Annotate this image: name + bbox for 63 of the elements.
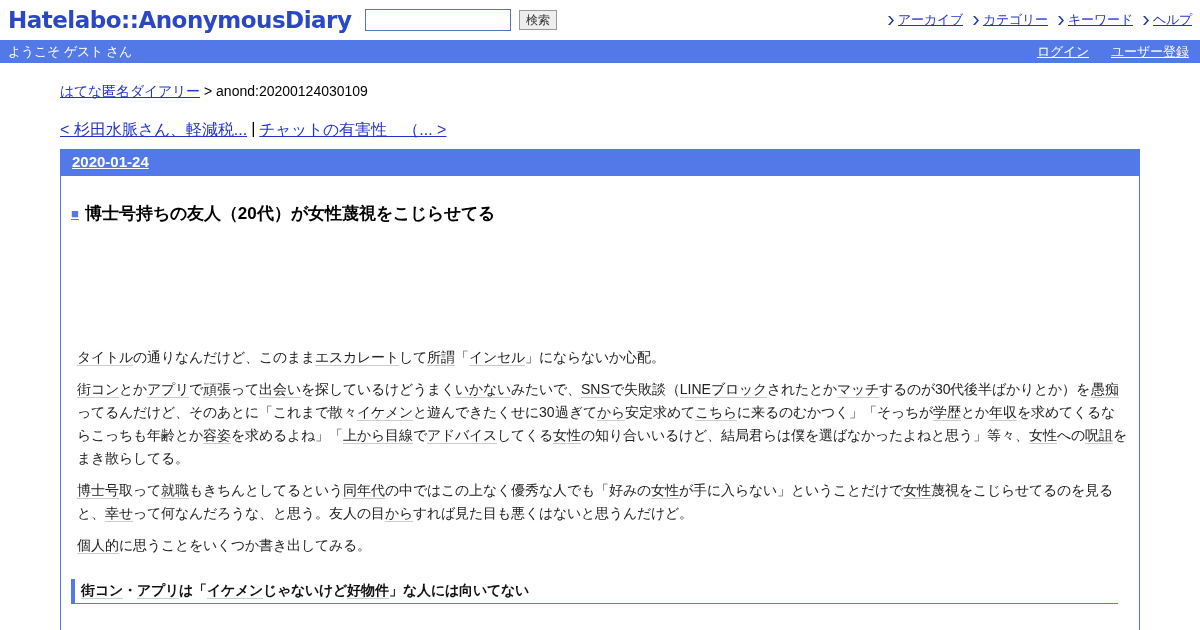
paragraph: 個人的に思うことをいくつか書き出してみる。 xyxy=(77,536,372,556)
keyword-link[interactable]: 女性 xyxy=(651,482,679,499)
account-link[interactable]: ログイン xyxy=(1037,42,1089,61)
keyword-link[interactable]: から xyxy=(596,404,625,421)
keyword-link[interactable]: 個人的 xyxy=(77,537,119,554)
paragraph: 街コン とかアプリ で頑張って 出会いを探しているけどうまく いかないみたいで、SNSで失敗談（LINEブロック されたとかマッチするのが30代後半ばかりとか）を愚痴 ってるんだけど、そのあとに「これまで散々 イケメン と遊んできたくせに30過ぎてから安定求めて こちら に来るのむかつく」「そっちが学歴とか年収を求めてくるならこっちも年齢とか容姿を求めるよね」「上から目線でアドバイス してくる女性の知り合いいるけど、結局君らは僕を選ばなかったよねと思う」等々、女性への呪詛をまき散らしてる。 xyxy=(77,380,1128,468)
keyword-link[interactable]: 女性 xyxy=(903,482,931,499)
keyword-link[interactable]: マッチ xyxy=(836,381,879,398)
nav-link[interactable]: カテゴリー xyxy=(983,11,1048,29)
site-logo[interactable]: Hatelabo::AnonymousDiary xyxy=(8,7,352,33)
keyword-link[interactable]: LINEブロック xyxy=(679,381,767,398)
breadcrumb-link[interactable]: はてな匿名ダイアリー xyxy=(60,83,200,101)
search-field[interactable] xyxy=(365,9,512,31)
keyword-link[interactable]: 就職 xyxy=(161,482,189,499)
keyword-link[interactable]: 年収 xyxy=(988,404,1017,421)
keyword-link[interactable]: 学歴 xyxy=(932,404,961,421)
arrow-icon xyxy=(973,15,980,25)
keyword-link[interactable]: イケメン xyxy=(357,404,413,421)
arrow-icon xyxy=(888,15,895,25)
paragraph: タイトルの通りなんだけど、このまま エスカレート して所謂「インセル」にならないか心配。 xyxy=(77,348,666,368)
date-link[interactable]: 2020-01-24 xyxy=(72,153,149,170)
keyword-link[interactable]: SNS xyxy=(581,381,610,398)
nav-link[interactable]: アーカイブ xyxy=(898,11,963,29)
keyword-link[interactable]: 所謂 xyxy=(427,349,455,366)
keyword-link[interactable]: 幸せ xyxy=(105,505,133,522)
nav-link[interactable]: ヘルプ xyxy=(1153,11,1192,29)
keyword-link[interactable]: 頑張 xyxy=(203,381,231,398)
keyword-link[interactable]: エスカレート xyxy=(315,349,399,366)
paragraph: 博士号取って就職もきちんとしてるという 同年代の中ではこの上なく優秀な人でも「好みの女性が手に入らない」ということだけで女性蔑視をこじらせてるのを見ると、幸せって何なんだろうな、と思う。友人の目からすれば見た目も悪くはないと思うんだけど。 xyxy=(77,481,1114,524)
keyword-link[interactable]: 街コン xyxy=(81,582,123,599)
search-button[interactable]: 検索 xyxy=(519,10,558,30)
keyword-link[interactable]: 上から目線 xyxy=(343,427,413,444)
keyword-link[interactable]: 女性 xyxy=(1029,427,1057,444)
next-link[interactable]: チャットの有害性 （... > xyxy=(259,120,447,141)
account-link[interactable]: ユーザー登録 xyxy=(1111,42,1189,61)
arrow-icon xyxy=(1058,15,1065,25)
keyword-link[interactable]: アドバイス xyxy=(427,427,497,444)
keyword-link[interactable]: 容姿 xyxy=(203,427,231,444)
keyword-link[interactable]: 博士号 xyxy=(77,482,119,499)
keyword-link[interactable]: 愚痴 xyxy=(1090,381,1119,398)
keyword-link[interactable]: こちら xyxy=(694,404,737,421)
entry-mark-link[interactable]: ■ xyxy=(71,206,79,221)
breadcrumb-current: > anond:20200124030109 xyxy=(204,83,368,101)
keyword-link[interactable]: 同年代 xyxy=(343,482,385,499)
keyword-link[interactable]: いかない xyxy=(455,381,511,398)
section-heading: 街コン・アプリは「イケメン じゃないけど好物件」な人には向いてない xyxy=(71,579,1118,604)
keyword-link[interactable]: タイトル xyxy=(77,349,133,366)
arrow-icon xyxy=(1143,15,1150,25)
keyword-link[interactable]: 呪詛 xyxy=(1085,427,1113,444)
welcome-text: ようこそ ゲスト さん xyxy=(8,42,133,61)
keyword-link[interactable]: インセル xyxy=(469,349,525,366)
keyword-link[interactable]: 街コン xyxy=(77,381,119,398)
nav-link[interactable]: キーワード xyxy=(1068,11,1133,29)
keyword-link[interactable]: 好物件 xyxy=(347,582,389,599)
pager-separator: | xyxy=(251,120,256,139)
entry-title: 博士号持ちの友人（20代）が女性蔑視をこじらせてる xyxy=(84,203,495,225)
keyword-link[interactable]: から xyxy=(385,505,413,522)
prev-link[interactable]: < 杉田水脈さん、軽減税... xyxy=(60,120,248,141)
keyword-link[interactable]: イケメン xyxy=(207,582,263,599)
keyword-link[interactable]: アプリ xyxy=(137,582,179,599)
keyword-link[interactable]: 女性 xyxy=(553,427,581,444)
keyword-link[interactable]: 出会い xyxy=(259,381,301,398)
keyword-link[interactable]: アプリ xyxy=(147,381,189,398)
